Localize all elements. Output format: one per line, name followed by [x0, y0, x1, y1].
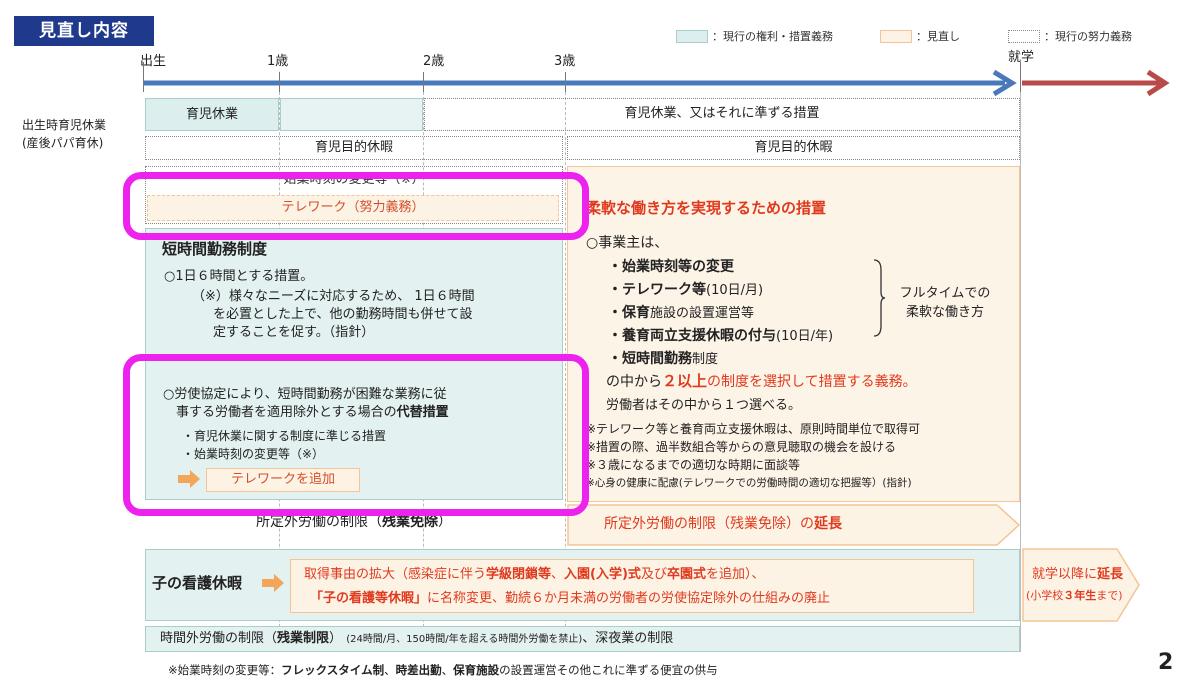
note-item: ※心身の健康に配慮(テレワークでの労働時間の適切な把握等）(指針)	[586, 477, 912, 489]
childcare-leave-equivalent: 育児休業、又はそれに準ずる措置	[424, 98, 1020, 131]
note-line2: を必置とした上で、他の勤務時間も併せて設	[213, 307, 473, 322]
sick-leave-line1: 取得事由の拡大（感染症に伴う学級閉鎖等、入園(入学)式及び卒園式を追加）、	[304, 567, 765, 582]
tick-school	[1020, 62, 1021, 92]
right-notes: ※テレワーク等と養育両立支援休暇は、原則時間単位で取得可 ※措置の際、過半数組合…	[586, 420, 920, 492]
note-item: ※テレワーク等と養育両立支援休暇は、原則時間単位で取得可	[586, 422, 921, 436]
note-item: ※措置の際、過半数組合等からの意見聴取の機会を設ける	[586, 440, 897, 454]
flexible-work-title: 柔軟な働き方を実現するための措置	[586, 199, 827, 217]
measure-item: ・短時間勤務制度	[608, 351, 719, 367]
legend-swatch-current-rights	[676, 30, 708, 43]
right-arrow-icon	[262, 574, 284, 592]
school-extension-shape	[1022, 548, 1140, 622]
bracket-icon	[873, 259, 886, 337]
overtime-limit-text: 時間外労働の制限（残業制限） (24時間/月、150時間/年を超える時間外労働を…	[160, 631, 674, 646]
measure-item: ・養育両立支援休暇の付与(10日/年)	[608, 328, 834, 344]
fulltime-flexible-label: フルタイムでの 柔軟な働き方	[899, 286, 991, 320]
school-extension-line2: (小学校３年生まで)	[1026, 589, 1123, 602]
footer-note: ※始業時刻の変更等：フレックスタイム制、時差出勤、保育施設の設置運営その他これに…	[168, 663, 718, 677]
measure-item: ・テレワーク等(10日/月)	[608, 282, 764, 298]
note-line3: 定することを促す。（指針）	[213, 325, 375, 340]
overtime-extension-text: 所定外労働の制限（残業免除）の延長	[604, 516, 842, 532]
short-hours-title: 短時間勤務制度	[162, 240, 268, 258]
paternity-leave-label: 出生時育児休業 (産後パパ育休)	[22, 118, 107, 150]
highlight-telework-effort	[123, 172, 589, 240]
measure-list: ・始業時刻等の変更 ・テレワーク等(10日/月) ・保育施設の設置運営等 ・養育…	[608, 256, 833, 371]
page-title: 見直し内容	[14, 16, 154, 46]
select-two-obligation: の中から２以上の制度を選択して措置する義務。	[606, 372, 917, 390]
legend-revision: ：見直し	[916, 30, 960, 43]
school-extension-line1: 就学以降に延長	[1032, 567, 1124, 582]
tick-age1	[279, 72, 280, 92]
highlight-alternative-measure	[123, 354, 589, 516]
childcare-leave-bar: 育児休業	[145, 98, 279, 131]
six-hours-measure: ○1日６時間とする措置。	[164, 269, 314, 284]
sick-leave-line2: 「子の看護等休暇」に名称変更、勤続６か月未満の労働者の労使協定除外の仕組みの廃止	[310, 591, 831, 606]
measure-item: ・始業時刻等の変更	[608, 259, 734, 275]
legend-current-effort: ：現行の努力義務	[1044, 30, 1132, 43]
childcare-purpose-leave-right: 育児目的休暇	[567, 136, 1020, 160]
page-number: 2	[1158, 650, 1174, 675]
guide-school	[1020, 92, 1021, 652]
legend-swatch-current-effort	[1008, 30, 1040, 43]
legend-swatch-revision	[880, 30, 912, 43]
sick-leave-title: 子の看護休暇	[152, 574, 243, 592]
tick-birth	[143, 62, 144, 92]
childcare-purpose-leave-left: 育児目的休暇	[145, 136, 563, 160]
note-line1: （※）様々なニーズに対応するため、 1日６時間	[192, 289, 475, 304]
note-item: ※３歳になるまでの適切な時期に面談等	[586, 458, 801, 472]
worker-choice-text: 労働者はその中から１つ選べる。	[606, 398, 802, 413]
tick-age3	[565, 72, 566, 92]
employer-text: ○事業主は、	[586, 235, 669, 251]
childcare-leave-extension	[280, 98, 423, 131]
tick-age2	[423, 72, 424, 92]
legend-current-rights: ：現行の権利・措置義務	[712, 30, 833, 43]
measure-item: ・保育施設の設置運営等	[608, 305, 755, 321]
